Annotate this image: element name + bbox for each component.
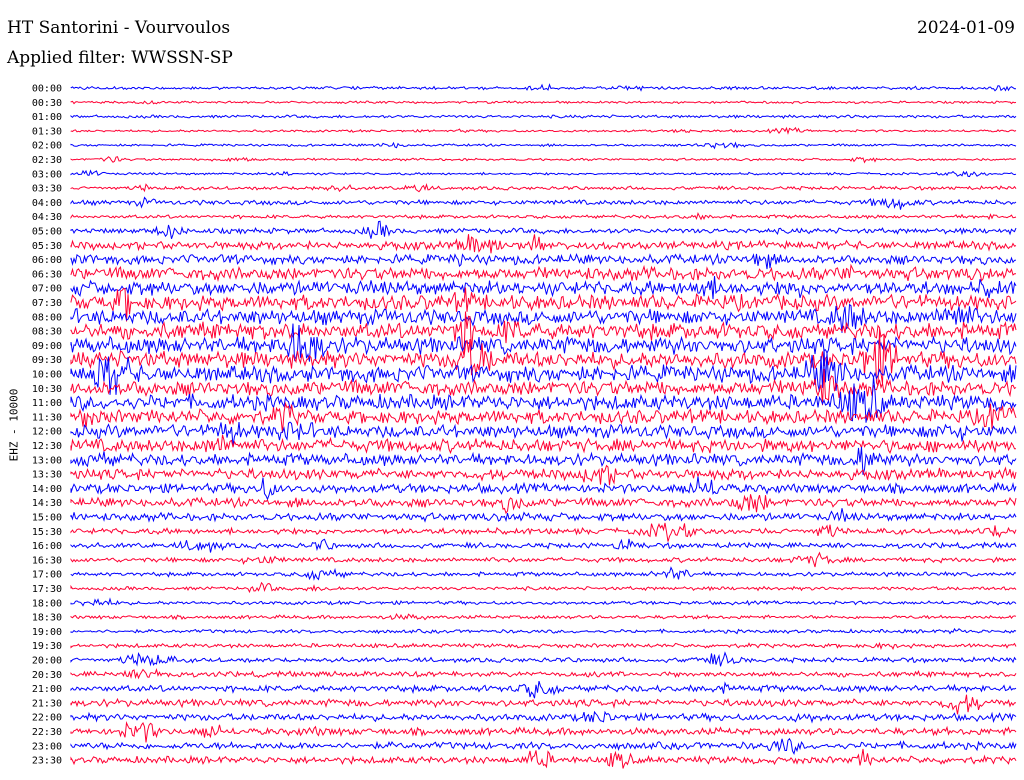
row-time-label: 20:00	[32, 656, 62, 667]
seismic-trace-row	[70, 566, 1017, 581]
seismic-trace-row	[70, 668, 1017, 680]
seismic-trace-row	[70, 721, 1017, 743]
row-time-label: 10:00	[32, 370, 62, 381]
row-time-label: 08:00	[32, 312, 62, 323]
row-time-label: 19:30	[32, 641, 62, 652]
row-time-label: 11:30	[32, 412, 62, 423]
seismic-trace-row	[70, 710, 1017, 724]
seismic-trace-row	[70, 464, 1017, 486]
row-time-label: 09:30	[32, 355, 62, 366]
seismic-trace-row	[70, 252, 1017, 270]
seismic-trace-row	[70, 114, 1017, 120]
row-time-label: 08:30	[32, 327, 62, 338]
row-time-label: 18:30	[32, 613, 62, 624]
seismic-trace-row	[70, 737, 1017, 755]
row-time-label: 06:30	[32, 269, 62, 280]
seismic-trace-row	[70, 99, 1017, 105]
row-time-label: 22:30	[32, 727, 62, 738]
seismic-trace-row	[70, 680, 1017, 699]
row-time-label: 10:30	[32, 384, 62, 395]
seismic-trace-row	[70, 196, 1017, 210]
seismic-trace-row	[70, 508, 1017, 523]
row-time-label: 04:00	[32, 198, 62, 209]
row-time-label: 03:30	[32, 184, 62, 195]
seismic-trace-row	[70, 169, 1017, 178]
row-time-label: 17:00	[32, 570, 62, 581]
row-time-label: 12:30	[32, 441, 62, 452]
row-time-label: 01:30	[32, 126, 62, 137]
seismic-trace-row	[70, 263, 1017, 282]
row-time-label: 01:00	[32, 112, 62, 123]
seismic-trace-row	[70, 651, 1017, 667]
row-time-label: 04:30	[32, 212, 62, 223]
seismic-trace-row	[70, 83, 1016, 92]
seismic-trace-row	[70, 141, 1017, 150]
seismic-trace-row	[70, 748, 1017, 769]
seismic-trace-row	[70, 641, 1017, 651]
seismic-trace-row	[70, 183, 1017, 193]
row-time-label: 09:00	[32, 341, 62, 352]
row-time-label: 16:30	[32, 555, 62, 566]
seismic-trace-row	[70, 538, 1017, 553]
row-time-label: 19:00	[32, 627, 62, 638]
seismic-trace-row	[70, 212, 1017, 221]
row-time-label: 02:30	[32, 155, 62, 166]
row-time-label: 14:30	[32, 498, 62, 509]
seismic-trace-row	[70, 220, 1017, 239]
row-time-label: 03:00	[32, 169, 62, 180]
row-time-label: 16:00	[32, 541, 62, 552]
row-time-label: 20:30	[32, 670, 62, 681]
row-time-label: 00:00	[32, 84, 62, 95]
row-time-label: 23:30	[32, 756, 62, 767]
row-time-label: 13:30	[32, 470, 62, 481]
seismic-trace-row	[70, 434, 1016, 455]
row-time-label: 22:00	[32, 713, 62, 724]
seismic-trace-row	[70, 627, 1017, 635]
row-time-label: 07:30	[32, 298, 62, 309]
seismic-trace-row	[70, 276, 1017, 300]
seismic-trace-row	[70, 156, 1017, 164]
row-time-label: 23:00	[32, 741, 62, 752]
row-time-label: 13:00	[32, 455, 62, 466]
row-time-label: 00:30	[32, 98, 62, 109]
row-time-label: 05:30	[32, 241, 62, 252]
seismic-trace-row	[70, 476, 1017, 501]
seismic-trace-row	[70, 126, 1017, 135]
seismic-trace-row	[70, 329, 1017, 387]
row-time-label: 05:00	[32, 227, 62, 238]
seismic-trace-row	[70, 494, 1017, 515]
helicorder-plot: 00:00 00:30 01:00 01:30 02:00 02:30 03:00 03:30…	[32, 83, 1017, 769]
row-time-label: 15:30	[32, 527, 62, 538]
row-time-label: 15:00	[32, 513, 62, 524]
row-time-label: 06:00	[32, 255, 62, 266]
row-time-label: 12:00	[32, 427, 62, 438]
seismic-trace-row	[70, 234, 1017, 254]
row-time-label: 18:00	[32, 598, 62, 609]
row-time-label: 21:00	[32, 684, 62, 695]
row-time-label: 17:30	[32, 584, 62, 595]
seismic-trace-row	[70, 694, 1017, 715]
seismic-trace-row	[70, 522, 1017, 542]
row-time-label: 02:00	[32, 141, 62, 152]
row-time-label: 07:00	[32, 284, 62, 295]
seismic-trace-row	[70, 613, 1017, 621]
row-time-label: 21:30	[32, 698, 62, 709]
seismic-trace-row	[70, 551, 1017, 568]
row-time-label: 11:00	[32, 398, 62, 409]
row-time-label: 14:00	[32, 484, 62, 495]
seismic-trace-row	[70, 597, 1017, 607]
seismic-trace-row	[70, 581, 1017, 594]
